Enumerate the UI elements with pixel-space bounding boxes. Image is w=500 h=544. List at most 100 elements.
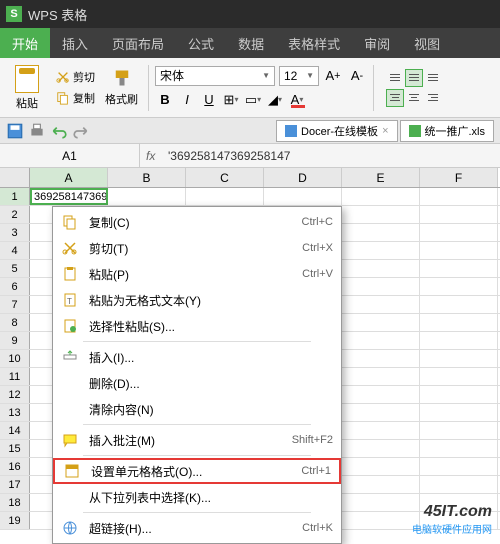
cell[interactable] [420,422,498,439]
name-box[interactable]: A1 [0,144,140,167]
row-header[interactable]: 14 [0,422,30,439]
row-header[interactable]: 8 [0,314,30,331]
format-painter-button[interactable]: 格式刷 [101,63,142,113]
cell[interactable] [420,188,498,205]
cell[interactable] [342,440,420,457]
ctx-paste-unformatted[interactable]: T 粘贴为无格式文本(Y) [53,287,341,313]
font-color-button[interactable]: A▾ [287,90,307,110]
cell[interactable] [342,206,420,223]
cell[interactable] [342,494,420,511]
cell[interactable] [342,188,420,205]
ctx-format-cells[interactable]: 设置单元格格式(O)... Ctrl+1 [53,458,341,484]
cell[interactable] [420,224,498,241]
row-header[interactable]: 7 [0,296,30,313]
cell[interactable] [342,422,420,439]
cell[interactable] [420,350,498,367]
cell[interactable] [420,476,498,493]
cell[interactable] [420,242,498,259]
ctx-cut[interactable]: 剪切(T) Ctrl+X [53,235,341,261]
cell[interactable] [342,350,420,367]
cell[interactable] [420,368,498,385]
cell[interactable] [264,188,342,205]
cell[interactable] [420,260,498,277]
col-header-e[interactable]: E [342,168,420,187]
cell[interactable] [420,206,498,223]
menu-formula[interactable]: 公式 [176,28,226,58]
save-icon[interactable] [6,122,24,140]
row-header[interactable]: 5 [0,260,30,277]
row-header[interactable]: 16 [0,458,30,475]
redo-icon[interactable] [72,122,90,140]
row-header[interactable]: 15 [0,440,30,457]
menu-view[interactable]: 视图 [402,28,452,58]
row-header[interactable]: 17 [0,476,30,493]
cell[interactable] [420,332,498,349]
paste-button[interactable]: 粘贴 [6,63,48,113]
row-header[interactable]: 9 [0,332,30,349]
select-all-corner[interactable] [0,168,30,187]
ctx-delete[interactable]: 删除(D)... [53,370,341,396]
decrease-font-button[interactable]: A- [347,66,367,86]
cell[interactable] [342,278,420,295]
row-header[interactable]: 11 [0,368,30,385]
cell[interactable] [342,368,420,385]
font-name-select[interactable]: 宋体 ▼ [155,66,275,86]
fill-color-button[interactable]: ◢▾ [265,90,285,110]
undo-icon[interactable] [50,122,68,140]
row-header[interactable]: 3 [0,224,30,241]
increase-font-button[interactable]: A+ [323,66,343,86]
cell[interactable] [342,458,420,475]
close-icon[interactable]: × [382,125,388,137]
col-header-b[interactable]: B [108,168,186,187]
row-header[interactable]: 1 [0,188,30,205]
menu-tablestyle[interactable]: 表格样式 [276,28,352,58]
cell[interactable] [186,188,264,205]
menu-start[interactable]: 开始 [0,28,50,58]
cell[interactable] [342,404,420,421]
ctx-pick-from-list[interactable]: 从下拉列表中选择(K)... [53,484,341,510]
row-header[interactable]: 4 [0,242,30,259]
align-center-button[interactable] [405,89,423,107]
print-icon[interactable] [28,122,46,140]
underline-button[interactable]: U [199,90,219,110]
cell[interactable] [108,188,186,205]
align-bottom-button[interactable] [424,69,442,87]
menu-insert[interactable]: 插入 [50,28,100,58]
border-button[interactable]: ⊞▾ [221,90,241,110]
cell[interactable] [420,278,498,295]
ctx-hyperlink[interactable]: 超链接(H)... Ctrl+K [53,515,341,541]
row-header[interactable]: 12 [0,386,30,403]
cell[interactable] [342,332,420,349]
align-right-button[interactable] [424,89,442,107]
row-header[interactable]: 19 [0,512,30,529]
cell[interactable] [342,260,420,277]
ctx-insert-comment[interactable]: 插入批注(M) Shift+F2 [53,427,341,453]
cell[interactable] [342,224,420,241]
ctx-paste[interactable]: 粘贴(P) Ctrl+V [53,261,341,287]
copy-button[interactable]: 复制 [52,88,99,108]
cell[interactable] [342,242,420,259]
bold-button[interactable]: B [155,90,175,110]
italic-button[interactable]: I [177,90,197,110]
cell[interactable] [342,512,420,529]
formula-input[interactable]: '369258147369258147 [168,149,290,163]
ctx-paste-special[interactable]: 选择性粘贴(S)... [53,313,341,339]
cell[interactable] [342,476,420,493]
row-header[interactable]: 13 [0,404,30,421]
ctx-insert[interactable]: 插入(I)... [53,344,341,370]
ctx-clear[interactable]: 清除内容(N) [53,396,341,422]
cut-button[interactable]: 剪切 [52,67,99,87]
cell[interactable] [420,440,498,457]
row-header[interactable]: 2 [0,206,30,223]
menu-layout[interactable]: 页面布局 [100,28,176,58]
cell[interactable] [420,296,498,313]
menu-review[interactable]: 审阅 [352,28,402,58]
align-top-button[interactable] [386,69,404,87]
ctx-copy[interactable]: 复制(C) Ctrl+C [53,209,341,235]
cell[interactable] [420,314,498,331]
cell[interactable]: 369258147369258147 [30,188,108,205]
cell[interactable] [420,458,498,475]
cell[interactable] [342,296,420,313]
cell[interactable] [342,386,420,403]
col-header-d[interactable]: D [264,168,342,187]
